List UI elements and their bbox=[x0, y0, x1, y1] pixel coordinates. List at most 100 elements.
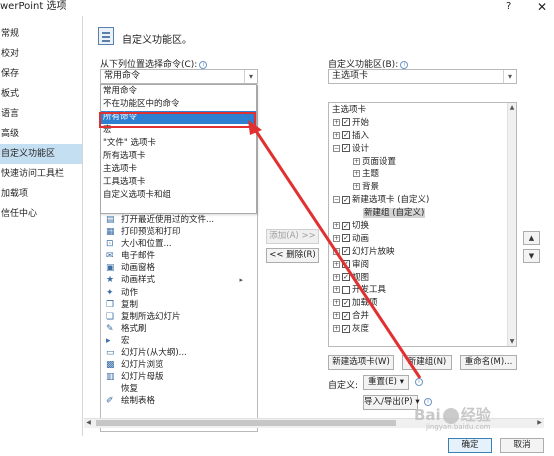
dropdown-option[interactable]: 所有选项卡 bbox=[101, 150, 256, 163]
expand-icon[interactable]: + bbox=[333, 299, 340, 307]
move-up-button[interactable]: ▲ bbox=[523, 231, 540, 245]
chevron-down-icon[interactable]: ▾ bbox=[503, 70, 516, 83]
tree-checkbox[interactable]: ✓ bbox=[342, 131, 350, 140]
dropdown-option[interactable]: 主选项卡 bbox=[101, 163, 256, 176]
tree-checkbox[interactable]: ✓ bbox=[342, 234, 350, 243]
command-item[interactable]: ❏ 复制所选幻灯片 bbox=[101, 311, 257, 323]
add-button[interactable]: 添加(A) >> bbox=[266, 229, 319, 244]
expand-icon[interactable]: + bbox=[353, 170, 360, 178]
command-item[interactable]: ▣ 动画窗格 bbox=[101, 262, 257, 274]
tree-item[interactable]: + ✓ 开始 bbox=[329, 117, 516, 130]
scroll-left-icon[interactable]: ◀ bbox=[84, 419, 93, 427]
expand-icon[interactable]: + bbox=[333, 118, 340, 126]
dropdown-option[interactable]: 所有命令 bbox=[101, 111, 256, 124]
reset-button[interactable]: 重置(E) ▾ bbox=[363, 375, 409, 390]
command-item[interactable]: ▭ 幻灯片(从大纲)... bbox=[101, 347, 257, 359]
tree-checkbox[interactable]: ✓ bbox=[342, 195, 350, 204]
tree-checkbox[interactable]: ✓ bbox=[342, 311, 350, 320]
import-export-button[interactable]: 导入/导出(P) ▾ bbox=[363, 395, 420, 410]
command-item[interactable]: ⊡ 大小和位置... bbox=[101, 238, 257, 250]
dropdown-option[interactable]: 常用命令 bbox=[101, 85, 256, 98]
help-button[interactable]: ? bbox=[506, 0, 511, 14]
choose-commands-combo[interactable]: 常用命令 ▾ bbox=[100, 69, 258, 84]
tree-item[interactable]: + ✓ 合并 bbox=[329, 310, 516, 323]
nav-item[interactable]: 板式 bbox=[0, 84, 82, 104]
tree-checkbox[interactable]: ✓ bbox=[342, 221, 350, 230]
expand-icon[interactable]: + bbox=[333, 286, 340, 294]
tree-item[interactable]: + 背景 bbox=[329, 181, 516, 194]
scroll-down-icon[interactable]: ▼ bbox=[508, 337, 516, 346]
scroll-right-icon[interactable]: ▶ bbox=[535, 419, 544, 427]
chevron-down-icon[interactable]: ▾ bbox=[244, 70, 257, 83]
command-item[interactable]: ❐ 复制 bbox=[101, 299, 257, 311]
tree-item[interactable]: − ✓ 新建选项卡 (自定义) bbox=[329, 194, 516, 207]
expand-icon[interactable]: + bbox=[333, 273, 340, 281]
tree-checkbox[interactable]: ✓ bbox=[342, 260, 350, 269]
tree-checkbox[interactable]: ✓ bbox=[342, 144, 350, 153]
command-item[interactable]: ▩ 幻灯片浏览 bbox=[101, 359, 257, 371]
command-item[interactable]: ✦ 动作 bbox=[101, 287, 257, 299]
rename-button[interactable]: 重命名(M)... bbox=[460, 355, 517, 370]
scroll-thumb[interactable] bbox=[96, 420, 396, 426]
customize-ribbon-combo[interactable]: 主选项卡 ▾ bbox=[328, 69, 517, 84]
expand-icon[interactable]: + bbox=[333, 234, 340, 242]
move-down-button[interactable]: ▼ bbox=[523, 249, 540, 263]
command-item[interactable]: ✉ 电子邮件 bbox=[101, 250, 257, 262]
nav-item[interactable]: 常规 bbox=[0, 24, 82, 44]
expand-icon[interactable]: + bbox=[333, 312, 340, 320]
command-item[interactable]: ✐ 绘制表格 bbox=[101, 395, 257, 407]
tree-item[interactable]: + 开发工具 bbox=[329, 284, 516, 297]
expand-icon[interactable]: + bbox=[333, 325, 340, 333]
collapse-icon[interactable]: − bbox=[333, 144, 340, 152]
expand-icon[interactable]: + bbox=[333, 247, 340, 255]
nav-item[interactable]: 加载项 bbox=[0, 184, 82, 204]
command-item[interactable]: ▤ 打开最近使用过的文件... bbox=[101, 214, 257, 226]
nav-item[interactable]: 语言 bbox=[0, 104, 82, 124]
collapse-icon[interactable]: − bbox=[333, 196, 340, 204]
scroll-up-icon[interactable]: ▲ bbox=[508, 103, 516, 112]
nav-item[interactable]: 信任中心 bbox=[0, 204, 82, 224]
tree-checkbox[interactable] bbox=[342, 285, 350, 294]
tree-item[interactable]: + ✓ 切换 bbox=[329, 220, 516, 233]
dropdown-option[interactable]: "文件" 选项卡 bbox=[101, 137, 256, 150]
tree-item[interactable]: + ✓ 审阅 bbox=[329, 259, 516, 272]
tree-checkbox[interactable]: ✓ bbox=[342, 118, 350, 127]
tree-item[interactable]: − ✓ 设计 bbox=[329, 143, 516, 156]
dropdown-option[interactable]: 不在功能区中的命令 bbox=[101, 98, 256, 111]
tree-item[interactable]: 主选项卡 bbox=[329, 104, 516, 117]
new-tab-button[interactable]: 新建选项卡(W) bbox=[328, 355, 394, 370]
ribbon-tree[interactable]: 主选项卡 + ✓ 开始 + ✓ 插入 − ✓ 设计 + 页面设置 + 主题 + 背景 − ✓ 新建选项卡 (自定义)… bbox=[328, 102, 517, 347]
expand-icon[interactable]: + bbox=[353, 183, 360, 191]
tree-checkbox[interactable]: ✓ bbox=[342, 298, 350, 307]
new-group-button[interactable]: 新建组(N) bbox=[402, 355, 452, 370]
tree-item[interactable]: + ✓ 插入 bbox=[329, 130, 516, 143]
tree-scrollbar[interactable]: ▲ ▼ bbox=[507, 103, 516, 346]
dropdown-option[interactable]: 宏 bbox=[101, 124, 256, 137]
expand-icon[interactable]: + bbox=[353, 157, 360, 165]
tree-checkbox[interactable]: ✓ bbox=[342, 324, 350, 333]
dropdown-option[interactable]: 自定义选项卡和组 bbox=[101, 189, 256, 202]
nav-item[interactable]: 高级 bbox=[0, 124, 82, 144]
command-item[interactable]: ▸ 宏 bbox=[101, 335, 257, 347]
close-button[interactable]: ✕ bbox=[537, 0, 547, 14]
expand-icon[interactable]: + bbox=[333, 222, 340, 230]
nav-item[interactable]: 快速访问工具栏 bbox=[0, 164, 82, 184]
ok-button[interactable]: 确定 bbox=[448, 438, 492, 453]
nav-item[interactable]: 保存 bbox=[0, 64, 82, 84]
nav-item[interactable]: 校对 bbox=[0, 44, 82, 64]
expand-icon[interactable]: + bbox=[333, 131, 340, 139]
tree-item[interactable]: 新建组 (自定义) bbox=[329, 207, 516, 220]
tree-item[interactable]: + ✓ 灰度 bbox=[329, 323, 516, 336]
tree-item[interactable]: + 主题 bbox=[329, 168, 516, 181]
tree-item[interactable]: + ✓ 幻灯片放映 bbox=[329, 246, 516, 259]
remove-button[interactable]: << 删除(R) bbox=[266, 248, 319, 263]
command-item[interactable]: ★ 动画样式 ▸ bbox=[101, 274, 257, 286]
tree-checkbox[interactable]: ✓ bbox=[342, 247, 350, 256]
command-item[interactable]: ▦ 打印预览和打印 bbox=[101, 226, 257, 238]
choose-commands-dropdown[interactable]: 常用命令 不在功能区中的命令 所有命令宏 "文件" 选项卡 所有选项卡 主选项卡 工具选项卡… bbox=[100, 84, 257, 214]
tree-checkbox[interactable]: ✓ bbox=[342, 273, 350, 282]
command-item[interactable]: ✎ 格式刷 bbox=[101, 323, 257, 335]
tree-item[interactable]: + ✓ 视图 bbox=[329, 272, 516, 285]
tree-item[interactable]: + ✓ 动画 bbox=[329, 233, 516, 246]
command-item[interactable]: ▥ 幻灯片母版 bbox=[101, 371, 257, 383]
